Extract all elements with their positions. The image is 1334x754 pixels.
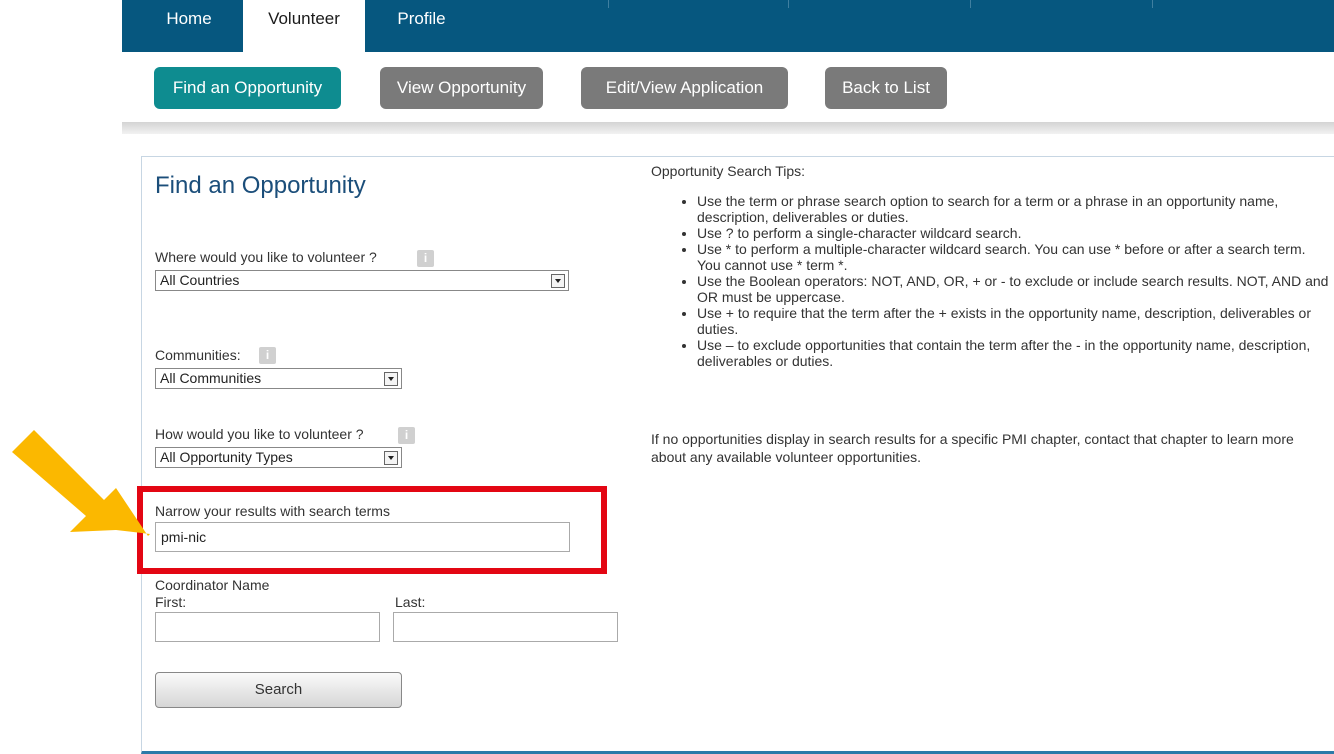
coordinator-label: Coordinator Name (155, 577, 270, 593)
list-item: Use + to require that the term after the… (697, 305, 1331, 337)
chevron-down-icon (384, 451, 398, 465)
last-name-label: Last: (395, 594, 426, 610)
last-name-input[interactable] (393, 612, 618, 642)
pointer-arrow-icon (12, 430, 150, 536)
find-opportunity-button[interactable]: Find an Opportunity (154, 67, 341, 109)
nav-divider (1152, 0, 1153, 8)
info-icon[interactable]: i (398, 427, 415, 444)
nav-divider (788, 0, 789, 8)
tips-list: Use the term or phrase search option to … (651, 193, 1331, 369)
list-item: Use ? to perform a single-character wild… (697, 225, 1331, 241)
country-select[interactable]: All Countries (155, 270, 569, 291)
first-name-input[interactable] (155, 612, 380, 642)
page-title: Find an Opportunity (155, 172, 366, 199)
pointer-arrow-shape (12, 430, 150, 536)
tips-note: If no opportunities display in search re… (651, 431, 1294, 465)
communities-select-value: All Communities (160, 370, 262, 386)
where-label: Where would you like to volunteer ? (155, 249, 377, 265)
first-name-label: First: (155, 594, 187, 610)
info-icon[interactable]: i (259, 347, 276, 364)
tab-home[interactable]: Home (144, 0, 234, 52)
tips-heading: Opportunity Search Tips: (651, 163, 806, 179)
chevron-down-icon (551, 274, 565, 288)
list-item: Use the term or phrase search option to … (697, 193, 1331, 225)
tab-volunteer[interactable]: Volunteer (243, 0, 365, 52)
back-to-list-button[interactable]: Back to List (825, 67, 947, 109)
how-label: How would you like to volunteer ? (155, 426, 364, 442)
country-select-value: All Countries (160, 272, 240, 288)
sub-nav: Find an Opportunity View Opportunity Edi… (122, 52, 1334, 122)
communities-select[interactable]: All Communities (155, 368, 402, 389)
nav-divider (608, 0, 609, 8)
opportunity-type-select-value: All Opportunity Types (160, 449, 293, 465)
list-item: Use the Boolean operators: NOT, AND, OR,… (697, 273, 1331, 305)
view-opportunity-button[interactable]: View Opportunity (380, 67, 543, 109)
list-item: Use * to perform a multiple-character wi… (697, 241, 1331, 273)
highlight-box (137, 486, 607, 574)
info-icon[interactable]: i (417, 250, 434, 267)
top-nav: Home Volunteer Profile (122, 0, 1334, 52)
communities-label: Communities: (155, 347, 241, 363)
list-item: Use – to exclude opportunities that cont… (697, 337, 1331, 369)
chevron-down-icon (384, 372, 398, 386)
search-button[interactable]: Search (155, 672, 402, 708)
nav-divider (970, 0, 971, 8)
opportunity-type-select[interactable]: All Opportunity Types (155, 447, 402, 468)
tab-profile[interactable]: Profile (374, 0, 469, 52)
subnav-shadow (122, 122, 1334, 134)
edit-view-application-button[interactable]: Edit/View Application (581, 67, 788, 109)
